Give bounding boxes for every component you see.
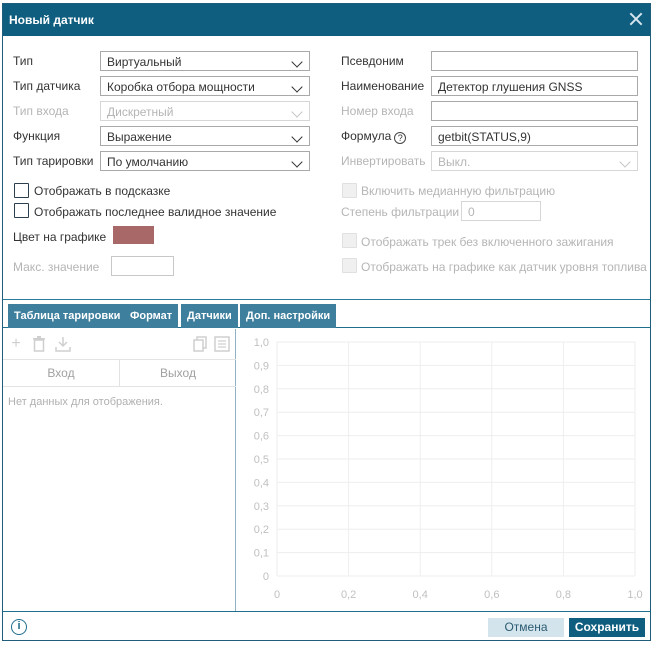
input-type-label: Тип входа bbox=[13, 104, 69, 118]
import-icon[interactable] bbox=[55, 336, 71, 352]
name-input[interactable]: Детектор глушения GNSS bbox=[431, 76, 638, 96]
show-as-fuel-label: Отображать на графике как датчик уровня … bbox=[361, 260, 647, 274]
alias-label: Псевдоним bbox=[341, 54, 404, 68]
new-sensor-dialog: Новый датчик Тип Виртуальный Тип датчика… bbox=[2, 3, 651, 641]
x-tick-label: 1,0 bbox=[627, 589, 642, 601]
median-filter-checkbox[interactable] bbox=[342, 183, 357, 198]
y-tick-label: 0,1 bbox=[254, 548, 269, 560]
calibration-chart-svg: 0 0,1 0,2 0,3 0,4 0,5 0,6 0,7 0,8 0,9 1,0 0 0,2 0,4 0,… bbox=[254, 337, 643, 601]
function-select-value: Выражение bbox=[107, 130, 172, 144]
dialog-titlebar: Новый датчик bbox=[3, 4, 650, 36]
y-tick-label: 0,5 bbox=[254, 454, 269, 466]
y-tick-label: 0,4 bbox=[254, 477, 269, 489]
close-icon[interactable] bbox=[628, 11, 644, 27]
add-icon[interactable]: + bbox=[8, 336, 24, 352]
function-label: Функция bbox=[13, 129, 61, 143]
calibration-type-select[interactable]: По умолчанию bbox=[100, 151, 310, 171]
sensor-type-select[interactable]: Коробка отбора мощности bbox=[100, 76, 310, 96]
tabs-bar: Таблица тарировки Формат Датчики Доп. на… bbox=[3, 300, 650, 328]
y-tick-label: 0,6 bbox=[254, 431, 269, 443]
sensor-type-label: Тип датчика bbox=[13, 79, 81, 93]
x-tick-label: 0,4 bbox=[413, 589, 428, 601]
dialog-footer: i Отмена Сохранить bbox=[3, 611, 650, 640]
alias-input[interactable] bbox=[431, 51, 638, 71]
list-icon[interactable] bbox=[214, 336, 230, 352]
invert-label: Инвертировать bbox=[341, 154, 426, 168]
show-last-valid-label: Отображать последнее валидное значение bbox=[34, 205, 277, 219]
empty-table-message: Нет данных для отображения. bbox=[8, 396, 163, 408]
input-type-select[interactable]: Дискретный bbox=[100, 101, 310, 121]
column-input[interactable]: Вход bbox=[3, 360, 119, 387]
x-tick-label: 0 bbox=[274, 589, 280, 601]
help-icon[interactable]: ? bbox=[394, 132, 407, 144]
sensor-type-select-value: Коробка отбора мощности bbox=[107, 80, 255, 94]
chart-color-label: Цвет на графике bbox=[13, 230, 107, 244]
chart-color-picker[interactable] bbox=[113, 226, 154, 244]
delete-icon[interactable] bbox=[31, 336, 47, 352]
calibration-table-pane: + Вход Выход Нет данных для отображения. bbox=[3, 329, 236, 611]
x-tick-label: 0,2 bbox=[341, 589, 356, 601]
median-filter-label: Включить медианную фильтрацию bbox=[361, 184, 556, 198]
type-select-value: Виртуальный bbox=[107, 55, 182, 69]
tab-calibration-table[interactable]: Таблица тарировки bbox=[8, 304, 127, 328]
name-label: Наименование bbox=[341, 79, 425, 93]
chevron-down-icon bbox=[291, 154, 306, 168]
y-tick-label: 1,0 bbox=[254, 337, 269, 349]
show-in-tooltip-label: Отображать в подсказке bbox=[34, 184, 171, 198]
chevron-down-icon bbox=[291, 54, 306, 68]
calibration-type-select-value: По умолчанию bbox=[107, 155, 189, 169]
x-tick-label: 0,6 bbox=[484, 589, 499, 601]
save-button[interactable]: Сохранить bbox=[569, 618, 645, 637]
formula-label: Формула? bbox=[341, 129, 407, 144]
show-track-label: Отображать трек без включенного зажигани… bbox=[361, 235, 614, 249]
chevron-down-icon bbox=[291, 129, 306, 143]
x-tick-label: 0,8 bbox=[556, 589, 571, 601]
y-tick-label: 0 bbox=[263, 571, 269, 583]
dialog-title: Новый датчик bbox=[9, 13, 94, 27]
tab-sensors[interactable]: Датчики bbox=[181, 304, 238, 328]
input-type-select-value: Дискретный bbox=[107, 105, 174, 119]
show-track-checkbox[interactable] bbox=[342, 233, 357, 248]
column-output[interactable]: Выход bbox=[120, 360, 236, 387]
calibration-chart: 0 0,1 0,2 0,3 0,4 0,5 0,6 0,7 0,8 0,9 1,0 0 0,2 0,4 0,… bbox=[237, 329, 650, 611]
max-value-input[interactable] bbox=[111, 256, 174, 276]
filter-degree-label: Степень фильтрации bbox=[341, 205, 460, 219]
tab-format[interactable]: Формат bbox=[124, 304, 179, 328]
chevron-down-icon bbox=[291, 104, 306, 118]
filter-degree-input[interactable]: 0 bbox=[461, 201, 541, 221]
function-select[interactable]: Выражение bbox=[100, 126, 310, 146]
show-as-fuel-checkbox[interactable] bbox=[342, 258, 357, 273]
calibration-type-label: Тип тарировки bbox=[13, 154, 94, 168]
tab-extra-settings[interactable]: Доп. настройки bbox=[240, 304, 337, 328]
input-number-input[interactable] bbox=[431, 101, 638, 121]
formula-input[interactable]: getbit(STATUS,9) bbox=[431, 126, 638, 146]
formula-label-text: Формула bbox=[341, 129, 392, 143]
chevron-down-icon bbox=[619, 154, 634, 168]
cancel-button[interactable]: Отмена bbox=[488, 618, 564, 637]
y-tick-label: 0,2 bbox=[254, 524, 269, 536]
info-icon[interactable]: i bbox=[11, 619, 27, 635]
y-tick-label: 0,9 bbox=[254, 360, 269, 372]
y-tick-label: 0,8 bbox=[254, 384, 269, 396]
type-label: Тип bbox=[13, 54, 34, 68]
copy-icon[interactable] bbox=[192, 336, 208, 352]
type-select[interactable]: Виртуальный bbox=[100, 51, 310, 71]
y-tick-label: 0,7 bbox=[254, 407, 269, 419]
input-number-label: Номер входа bbox=[341, 104, 414, 118]
invert-select-value: Выкл. bbox=[438, 155, 471, 169]
show-in-tooltip-checkbox[interactable] bbox=[14, 183, 29, 198]
calibration-table-header: Вход Выход bbox=[3, 359, 236, 387]
chevron-down-icon bbox=[291, 79, 306, 93]
invert-select[interactable]: Выкл. bbox=[431, 151, 638, 171]
y-tick-label: 0,3 bbox=[254, 501, 269, 513]
show-last-valid-checkbox[interactable] bbox=[14, 203, 29, 218]
max-value-label: Макс. значение bbox=[13, 260, 100, 274]
